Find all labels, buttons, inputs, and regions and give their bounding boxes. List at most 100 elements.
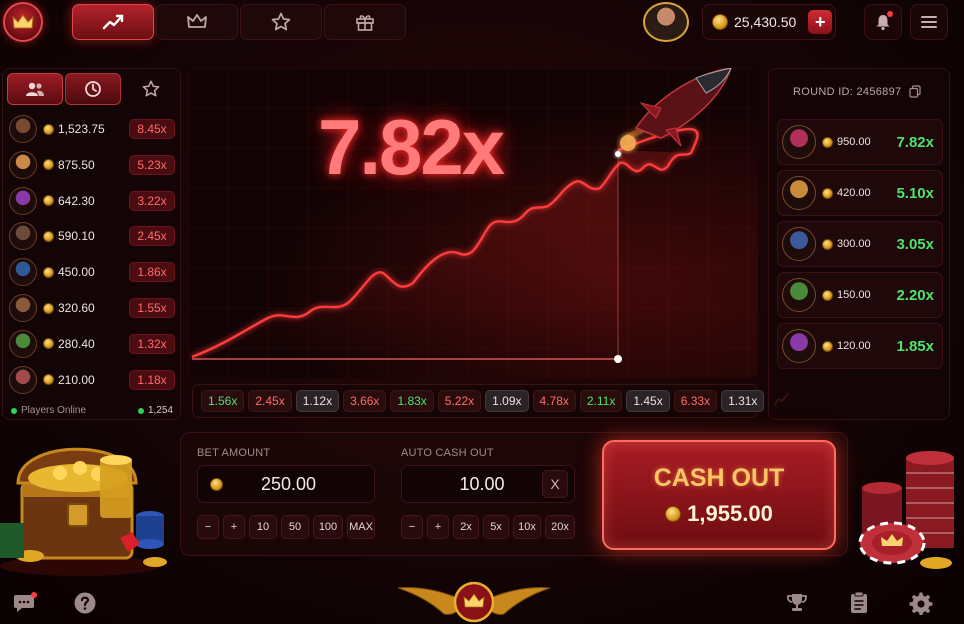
- tab-favorites[interactable]: [240, 4, 322, 40]
- tab-gifts[interactable]: [324, 4, 406, 40]
- auto-cashout-input[interactable]: 10.00 X: [401, 465, 575, 503]
- tab-crown[interactable]: [156, 4, 238, 40]
- history-chip[interactable]: 1.12x: [295, 390, 340, 412]
- user-avatar[interactable]: [643, 2, 689, 42]
- trending-up-icon: [102, 14, 124, 30]
- chat-button[interactable]: [10, 588, 40, 618]
- history-chip[interactable]: 1.45x: [626, 390, 670, 412]
- history-chip[interactable]: 1.56x: [201, 390, 245, 412]
- history-chips: 1.56x 2.45x 1.12x 3.66x 1.83x 5.22x 1.09x 4.78x…: [201, 390, 765, 412]
- bet-increase-button[interactable]: +: [223, 515, 245, 539]
- tab-all-players[interactable]: [7, 73, 63, 105]
- player-row: 642.30 3.22x: [9, 185, 175, 217]
- players-online-label: Players Online: [21, 405, 87, 416]
- history-chip[interactable]: 6.33x: [673, 390, 718, 412]
- tab-crash-graph[interactable]: [72, 4, 154, 40]
- auto-increase-button[interactable]: +: [427, 515, 449, 539]
- winner-avatar: [782, 125, 816, 159]
- curve-head-dot: [615, 151, 621, 157]
- auto-decrease-button[interactable]: −: [401, 515, 423, 539]
- copy-icon[interactable]: [909, 85, 922, 98]
- winner-multiplier: 1.85x: [896, 337, 934, 355]
- winner-amount: 150.00: [837, 289, 871, 301]
- coin-icon: [43, 159, 54, 171]
- player-avatar: [9, 294, 37, 322]
- menu-button[interactable]: [910, 4, 948, 40]
- history-chip[interactable]: 1.83x: [390, 390, 434, 412]
- multiplier-history-bar: 1.56x 2.45x 1.12x 3.66x 1.83x 5.22x 1.09x 4.78x…: [192, 384, 790, 418]
- player-multiplier: 1.55x: [129, 298, 175, 318]
- auto-cashout-clear-button[interactable]: X: [542, 470, 568, 498]
- tab-history-players[interactable]: [65, 73, 121, 105]
- history-chip[interactable]: 5.22x: [437, 390, 482, 412]
- history-chip[interactable]: 3.66x: [343, 390, 387, 412]
- players-online-count-wrap: 1,254: [137, 405, 173, 416]
- history-chip[interactable]: 2.11x: [579, 390, 623, 412]
- cash-out-button[interactable]: CASH OUT 1,955.00: [602, 440, 836, 550]
- player-bet-amount: 450.00: [58, 265, 95, 280]
- bet-quick-50-button[interactable]: 50: [281, 515, 309, 539]
- bet-quick-100-button[interactable]: 100: [313, 515, 343, 539]
- coin-icon: [43, 374, 54, 386]
- notifications-button[interactable]: [864, 4, 902, 40]
- winner-avatar: [782, 329, 816, 363]
- leaderboard-button[interactable]: [782, 588, 812, 618]
- winner-amount-wrap: 120.00: [822, 340, 871, 352]
- history-chip[interactable]: 1.31x: [721, 390, 765, 412]
- auto-quick-10x-button[interactable]: 10x: [513, 515, 541, 539]
- history-chip[interactable]: 2.45x: [248, 390, 292, 412]
- auto-quick-2x-button[interactable]: 2x: [453, 515, 479, 539]
- bet-amount-input[interactable]: 250.00: [197, 465, 375, 503]
- deposit-button[interactable]: +: [808, 10, 833, 34]
- rocket-icon: [620, 68, 732, 151]
- tab-top-players[interactable]: [125, 73, 177, 105]
- current-multiplier: 7.82x: [318, 103, 505, 191]
- coin-icon: [822, 340, 833, 352]
- winner-amount-wrap: 150.00: [822, 289, 871, 301]
- player-multiplier: 3.22x: [129, 190, 175, 211]
- online-dot: [137, 407, 144, 414]
- clock-icon: [85, 81, 101, 97]
- history-chip[interactable]: 1.09x: [485, 390, 529, 412]
- bet-decrease-button[interactable]: −: [197, 515, 219, 539]
- player-bet-amount: 1,523.75: [58, 122, 105, 136]
- players-online-count: 1,254: [147, 405, 173, 416]
- winner-amount-wrap: 300.00: [822, 238, 871, 250]
- auto-cashout-value: 10.00: [459, 473, 505, 494]
- player-bet-amount: 210.00: [58, 372, 95, 387]
- trophy-icon: [787, 594, 807, 611]
- player-row: 320.60 1.55x: [9, 292, 175, 324]
- crown-icon: [187, 14, 207, 28]
- coin-icon: [43, 338, 54, 350]
- player-row: 590.10 2.45x: [9, 220, 175, 252]
- cash-out-amount: 1,955.00: [687, 500, 773, 526]
- auto-quick-20x-button[interactable]: 20x: [545, 515, 575, 539]
- hamburger-menu-icon: [921, 16, 937, 28]
- player-multiplier: 1.86x: [129, 262, 175, 283]
- coin-icon: [43, 266, 54, 278]
- bet-amount-label: BET AMOUNT: [197, 447, 271, 459]
- coin-icon: [665, 505, 682, 522]
- star-icon: [142, 80, 160, 97]
- round-id: ROUND ID: 2456897: [793, 85, 902, 98]
- cash-out-label: CASH OUT: [653, 463, 785, 492]
- winner-amount: 950.00: [837, 136, 871, 148]
- bet-history-button[interactable]: [844, 588, 874, 618]
- player-multiplier: 1.32x: [129, 333, 175, 354]
- history-chip[interactable]: 4.78x: [532, 390, 576, 412]
- players-online-row: Players Online 1,254: [11, 405, 173, 416]
- winner-avatar: [782, 176, 816, 210]
- coin-icon: [43, 302, 54, 314]
- settings-button[interactable]: [906, 588, 936, 618]
- casino-chips-decoration: [856, 448, 964, 578]
- player-bet-amount-wrap: 642.30: [43, 194, 123, 208]
- help-button[interactable]: [70, 588, 100, 618]
- bet-quick-10-button[interactable]: 10: [249, 515, 277, 539]
- bet-max-button[interactable]: MAX: [347, 515, 375, 539]
- auto-quick-5x-button[interactable]: 5x: [483, 515, 509, 539]
- player-multiplier: 2.45x: [129, 226, 175, 247]
- baseline-end-dot: [614, 355, 622, 363]
- winner-card: 300.00 3.05x: [777, 221, 943, 267]
- player-avatar: [9, 365, 37, 394]
- player-row: 1,523.75 8.45x: [9, 113, 175, 145]
